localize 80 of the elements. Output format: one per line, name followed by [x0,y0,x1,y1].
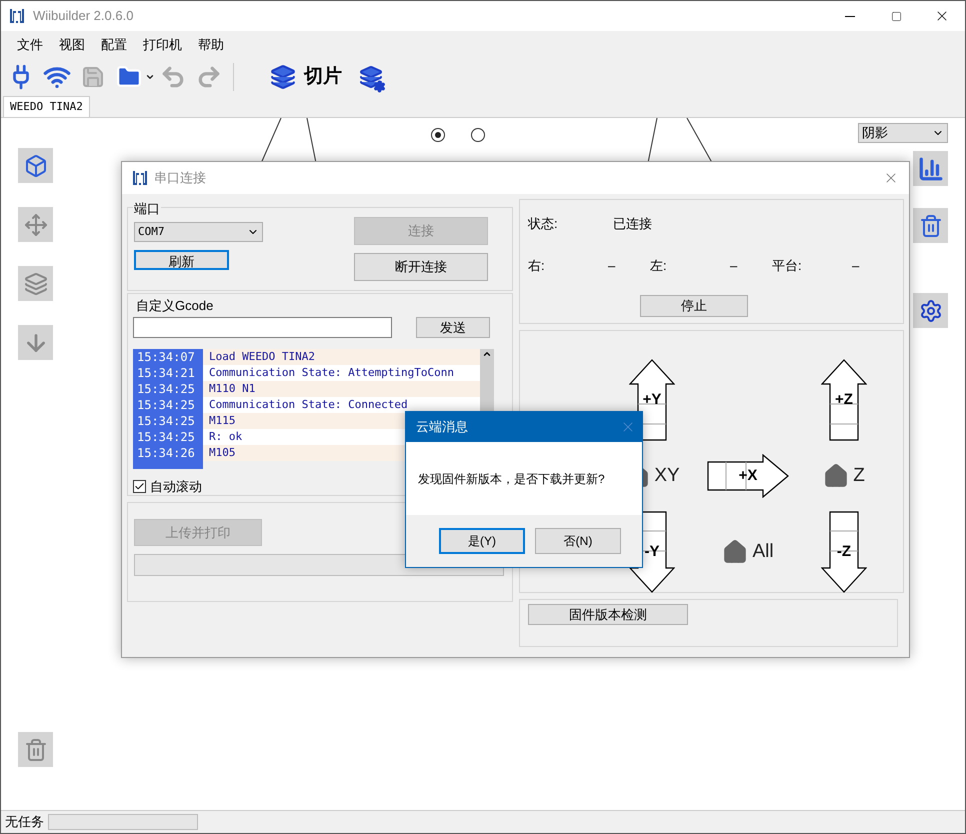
radio-button[interactable] [471,128,485,142]
log-time: 15:34:25 [133,428,203,444]
gear-icon [918,298,942,322]
temperature-value: – [730,256,738,274]
refresh-button[interactable]: 刷新 [134,250,229,270]
up-arrow-icon [821,359,867,441]
box-icon [24,154,48,178]
log-message: M110 N1 [203,380,480,396]
delete-button[interactable] [18,732,53,767]
tab[interactable]: WEEDO TINA2 [3,96,90,117]
firmware-check-button[interactable]: 固件版本检测 [528,604,688,625]
window-title: Wiibuilder 2.0.6.0 [33,7,134,26]
move-icon [24,212,48,236]
trash-icon [918,214,942,238]
layers-icon [24,272,48,296]
dropdown-caret-icon [145,72,155,82]
dialog-title: 串口连接 [154,169,206,188]
dialog-button[interactable]: 是(Y) [439,528,525,554]
lay-flat-button[interactable] [18,266,53,301]
maximize-icon [890,10,902,22]
down-arrow-icon [821,511,867,593]
home-button[interactable]: Z [823,462,865,490]
view-box-button[interactable] [18,148,53,183]
log-time: 15:34:26 [133,444,203,460]
log-time: 15:34:21 [133,364,203,380]
logo-icon [132,170,148,186]
gcode-input[interactable] [133,316,392,338]
log-message: Communication State: AttemptingToConn [203,364,480,380]
send-button[interactable]: 发送 [416,316,490,338]
logo-icon [9,8,25,24]
right-arrow-icon [707,454,789,498]
temperature-value: – [608,256,616,274]
home-icon [722,539,748,565]
status-label: 状态: [528,215,559,233]
status-value: 已连接 [613,215,652,233]
material-settings-button[interactable] [913,293,948,328]
support-button[interactable] [913,151,948,186]
temperature-label: 右: [528,256,546,274]
log-time: 15:34:25 [133,412,203,428]
redo-icon [196,64,222,90]
menu-item[interactable]: 帮助 [190,34,232,54]
log-time: 15:34:25 [133,396,203,412]
log-time: 15:34:07 [133,348,203,364]
temperature-label: 左: [650,256,668,274]
save-icon [81,65,105,89]
log-message: Communication State: Connected [203,396,480,412]
move-button[interactable] [18,207,53,242]
disconnect-button[interactable]: 断开连接 [354,253,488,281]
log-time: 15:34:25 [133,380,203,396]
home-button[interactable]: All [722,538,774,566]
bars-icon [918,156,944,182]
dialog-button[interactable]: 否(N) [535,528,621,554]
layers-icon [359,65,383,89]
jog-button[interactable]: +Z [821,359,867,441]
status-text: 无任务 [5,813,44,832]
dialog-message: 发现固件新版本，是否下载并更新? [418,470,605,488]
jog-button[interactable]: -Z [821,511,867,593]
menu-item[interactable]: 配置 [93,34,135,54]
port-select[interactable]: COM7 [134,222,263,242]
temperature-value: – [852,256,860,274]
log-message: Load WEEDO TINA2 [203,348,480,364]
layers-icon [270,64,296,90]
gear-icon [373,80,386,93]
undo-icon [160,64,186,90]
menu-item[interactable]: 打印机 [135,34,190,54]
trash-icon [24,738,48,762]
radio-button[interactable] [431,128,445,142]
drop-button[interactable] [18,325,53,360]
render-mode-select[interactable]: 阴影 [858,123,948,143]
gcode-label: 自定义Gcode [136,297,214,315]
menu-item[interactable]: 视图 [51,34,93,54]
folder-plus-icon [116,64,142,90]
temperature-label: 平台: [772,256,803,274]
menu-item[interactable]: 文件 [9,34,51,54]
stop-button[interactable]: 停止 [640,295,748,317]
jog-button[interactable]: +X [707,454,789,498]
remove-support-button[interactable] [913,208,948,243]
home-icon [823,463,850,489]
slice-button[interactable]: 切片 [270,61,342,93]
check-icon [134,480,145,492]
